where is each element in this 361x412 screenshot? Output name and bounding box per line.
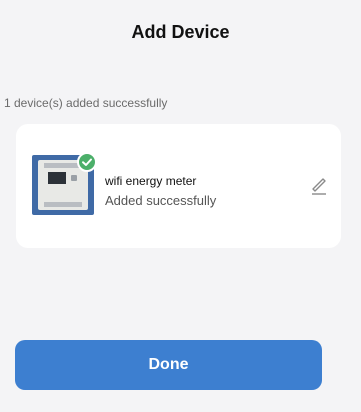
success-summary: 1 device(s) added successfully (4, 96, 168, 110)
check-icon (77, 152, 97, 172)
page-title: Add Device (131, 22, 230, 42)
device-name: wifi energy meter (105, 174, 197, 188)
done-button[interactable]: Done (15, 340, 322, 390)
device-card[interactable]: wifi energy meter Added successfully (16, 124, 341, 248)
device-status: Added successfully (105, 193, 217, 208)
pencil-icon[interactable] (308, 174, 330, 196)
